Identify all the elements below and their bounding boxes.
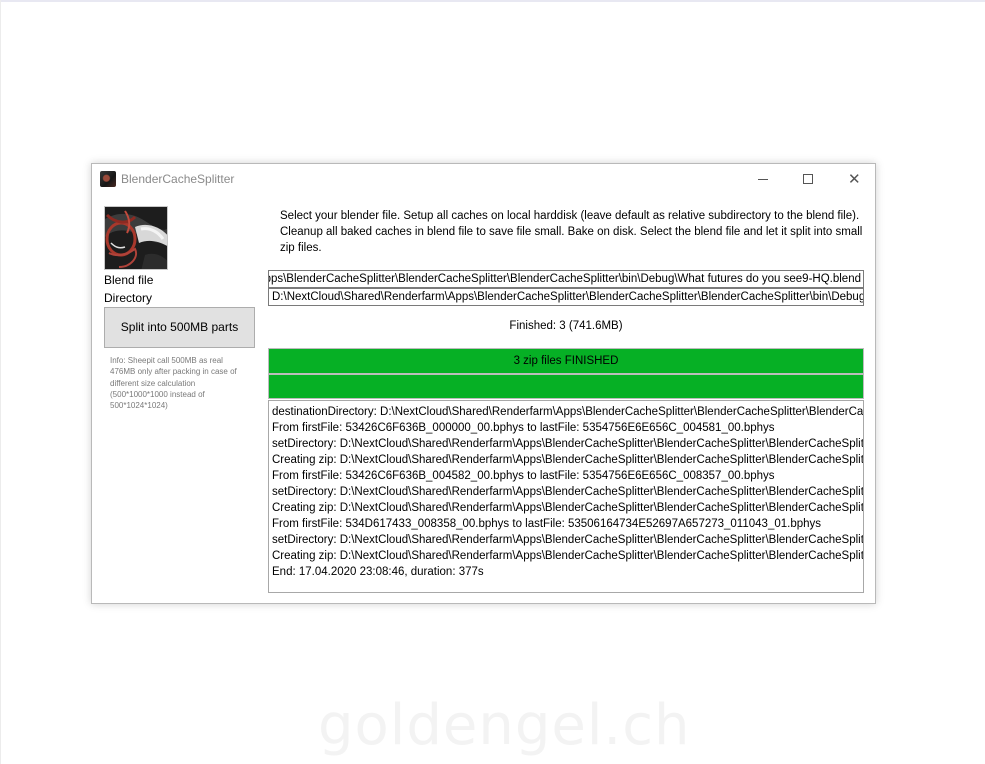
zip-progress-bar: 3 zip files FINISHED [268, 348, 864, 374]
file-progress-fill [269, 375, 863, 398]
log-line: From firstFile: 534D617433_008358_00.bph… [272, 518, 822, 530]
log-line: From firstFile: 53426C6F636B_000000_00.b… [272, 422, 775, 434]
log-line: setDirectory: D:\NextCloud\Shared\Render… [272, 486, 864, 498]
directory-label: Directory [104, 291, 153, 305]
split-button[interactable]: Split into 500MB parts [104, 307, 255, 348]
blend-file-label: Blend file [104, 273, 154, 287]
blend-file-field[interactable]: D:\NextCloud\Shared\Renderfarm\Apps\Blen… [268, 270, 864, 288]
log-line: setDirectory: D:\NextCloud\Shared\Render… [272, 438, 864, 450]
window-title: BlenderCacheSplitter [121, 172, 235, 186]
directory-field[interactable]: D:\NextCloud\Shared\Renderfarm\Apps\Blen… [268, 288, 864, 306]
directory-value: D:\NextCloud\Shared\Renderfarm\Apps\Blen… [272, 291, 864, 303]
zip-progress-label: 3 zip files FINISHED [513, 355, 619, 367]
maximize-icon [803, 174, 813, 184]
log-line: destinationDirectory: D:\NextCloud\Share… [272, 406, 864, 418]
blend-file-value: D:\NextCloud\Shared\Renderfarm\Apps\Blen… [269, 273, 861, 285]
log-line: From firstFile: 53426C6F636B_004582_00.b… [272, 470, 775, 482]
log-line: Creating zip: D:\NextCloud\Shared\Render… [272, 454, 864, 466]
page-top-rule [0, 0, 985, 2]
finished-status: Finished: 3 (741.6MB) [509, 320, 623, 332]
log-line: Creating zip: D:\NextCloud\Shared\Render… [272, 502, 864, 514]
page-left-edge [0, 0, 1, 764]
log-line: End: 17.04.2020 23:08:46, duration: 377s [272, 566, 484, 578]
log-output[interactable]: destinationDirectory: D:\NextCloud\Share… [268, 400, 864, 593]
title-bar[interactable]: BlenderCacheSplitter ✕ [92, 164, 875, 194]
instructions-text: Select your blender file. Setup all cach… [280, 210, 863, 254]
log-line: setDirectory: D:\NextCloud\Shared\Render… [272, 534, 864, 546]
info-text: Info: Sheepit call 500MB as real 476MB o… [110, 356, 237, 411]
minimize-icon [758, 179, 768, 180]
client-area: Blend file Directory Split into 500MB pa… [92, 194, 875, 603]
minimize-button[interactable] [740, 164, 786, 194]
log-line: Creating zip: D:\NextCloud\Shared\Render… [272, 550, 864, 562]
file-progress-bar [268, 374, 864, 399]
app-icon [100, 171, 116, 187]
watermark-text: goldengel.ch [318, 693, 691, 758]
left-panel: Blend file Directory Split into 500MB pa… [92, 194, 258, 603]
maximize-button[interactable] [785, 164, 831, 194]
app-window: BlenderCacheSplitter ✕ Blend file Direct… [91, 163, 876, 604]
blend-thumbnail-image [104, 206, 168, 270]
close-icon: ✕ [848, 170, 861, 188]
close-button[interactable]: ✕ [831, 164, 877, 194]
